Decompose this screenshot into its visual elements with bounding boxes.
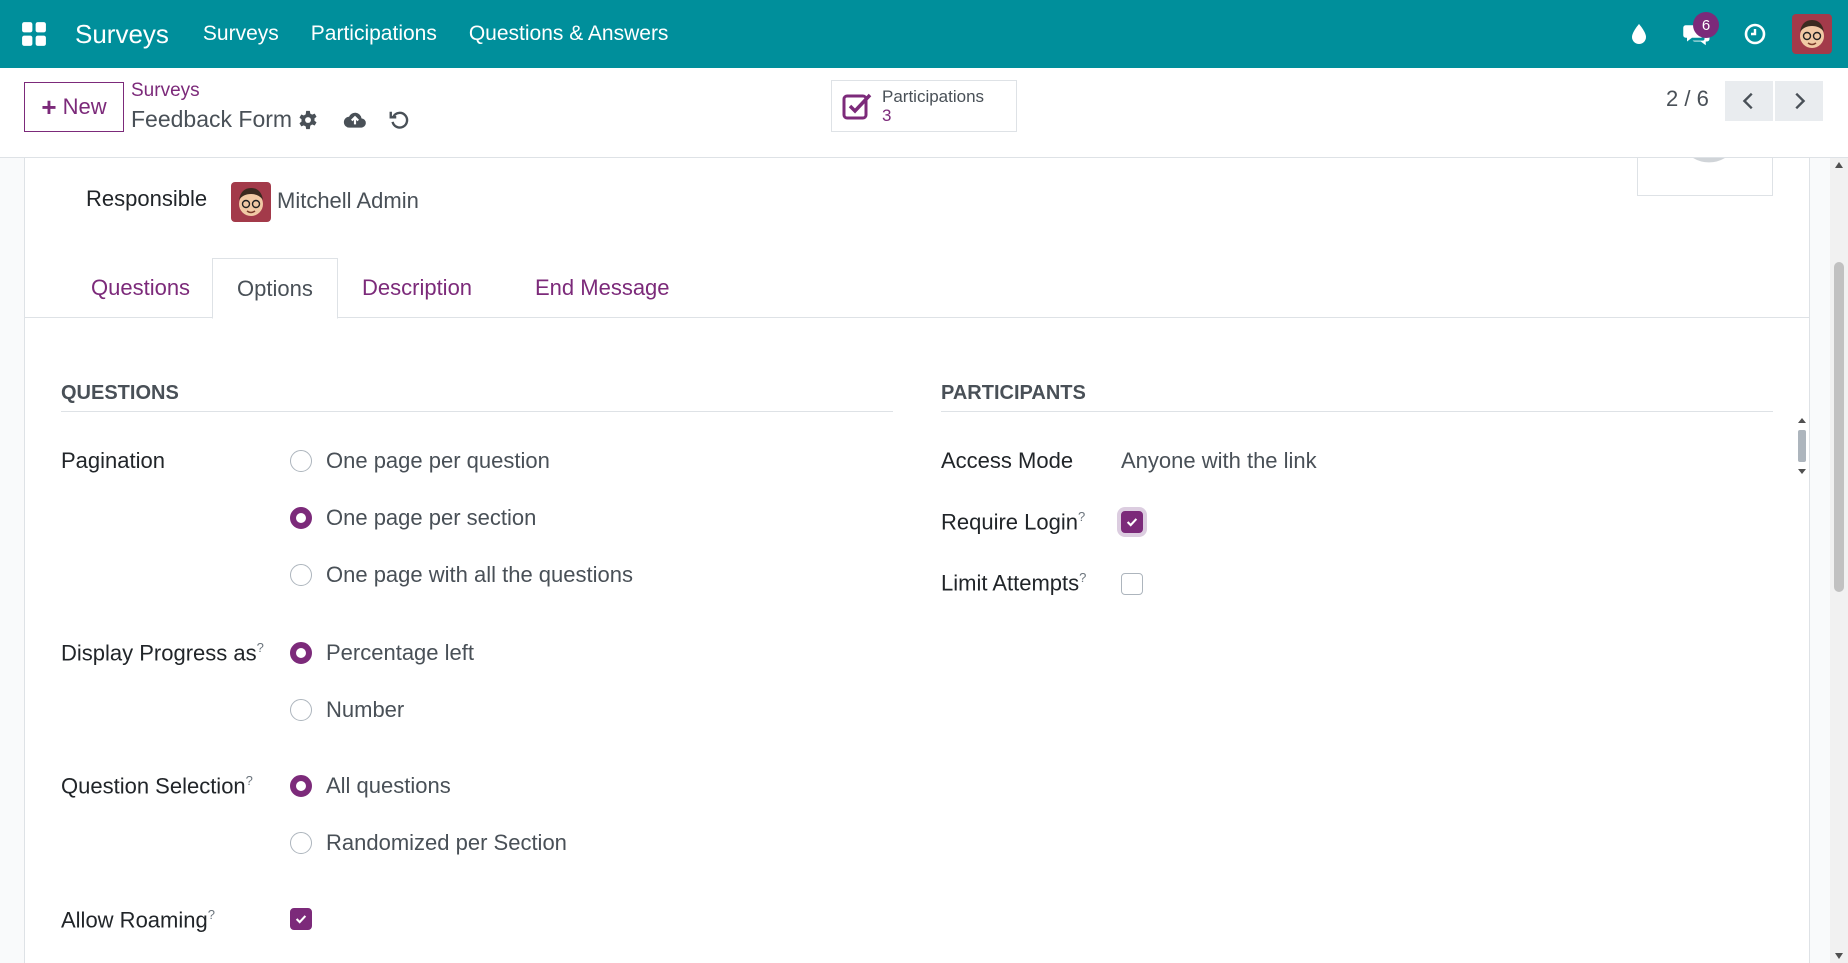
radio-percentage-left[interactable]: Percentage left [290,640,474,666]
drop-icon[interactable] [1610,0,1668,68]
apps-menu-icon[interactable] [0,0,68,68]
cloud-upload-icon[interactable] [341,106,369,134]
radio-button[interactable] [290,450,312,472]
display-progress-label: Display Progress as? [61,640,264,666]
help-marker[interactable]: ? [1078,509,1085,524]
pager-previous-button[interactable] [1725,81,1773,121]
check-icon [1126,518,1138,527]
radio-one-page-per-question[interactable]: One page per question [290,448,550,474]
question-selection-label: Question Selection? [61,773,253,799]
allow-roaming-checkbox[interactable] [290,908,312,930]
tab-questions[interactable]: Questions [67,258,214,318]
radio-randomized-per-section[interactable]: Randomized per Section [290,830,567,856]
limit-attempts-checkbox[interactable] [1121,573,1143,595]
pagination-label: Pagination [61,448,165,473]
responsible-avatar [231,182,271,222]
menu-questions-answers[interactable]: Questions & Answers [469,22,669,46]
chevron-right-icon [1795,92,1806,110]
help-marker[interactable]: ? [208,907,215,922]
help-marker[interactable]: ? [1079,570,1086,585]
smart-button-label: Participations [882,87,985,106]
participants-section-title: PARTICIPANTS [941,382,1773,412]
require-login-label: Require Login? [941,509,1086,535]
control-panel: + New Surveys Feedback Form Participatio… [0,68,1848,158]
radio-button-selected[interactable] [290,775,312,797]
tab-options[interactable]: Options [212,258,338,319]
form-sheet: Responsible Mitchell Admin Questions Opt… [24,158,1810,963]
menu-participations[interactable]: Participations [311,22,437,46]
pager-value[interactable]: 2 / 6 [1666,86,1709,112]
check-icon [295,915,307,924]
tab-description[interactable]: Description [338,258,496,318]
radio-all-questions[interactable]: All questions [290,773,451,799]
questions-section-title: QUESTIONS [61,382,893,412]
radio-button-selected[interactable] [290,642,312,664]
image-placeholder-icon [1693,158,1725,163]
record-title: Feedback Form [131,106,293,132]
limit-attempts-label: Limit Attempts? [941,570,1087,596]
participations-smart-button[interactable]: Participations 3 [831,80,1017,132]
check-square-icon [832,91,882,121]
radio-number[interactable]: Number [290,697,404,723]
user-avatar[interactable] [1792,14,1832,54]
breadcrumb-parent[interactable]: Surveys [131,80,200,102]
responsible-name[interactable]: Mitchell Admin [277,188,419,214]
discard-icon[interactable] [385,106,413,134]
responsible-label: Responsible [86,186,208,211]
new-button-label: New [62,94,107,119]
page-scrollbar[interactable] [1830,158,1848,963]
menu-surveys[interactable]: Surveys [203,22,279,46]
smart-button-count: 3 [882,106,892,125]
inner-scrollbar[interactable] [1795,418,1809,474]
access-mode-label: Access Mode [941,448,1074,473]
radio-button[interactable] [290,832,312,854]
scrollbar-thumb[interactable] [1834,262,1844,592]
radio-one-page-per-section[interactable]: One page per section [290,505,536,531]
radio-one-page-all-questions[interactable]: One page with all the questions [290,562,633,588]
top-navbar: Surveys Surveys Participations Questions… [0,0,1848,68]
radio-button[interactable] [290,564,312,586]
messages-icon[interactable]: 6 [1668,0,1726,68]
new-button[interactable]: + New [24,82,124,132]
radio-button[interactable] [290,699,312,721]
help-marker[interactable]: ? [246,773,253,788]
survey-image-field[interactable] [1637,158,1773,196]
notebook-tabs: Questions Options Description End Messag… [25,258,1809,319]
app-brand[interactable]: Surveys [75,19,169,50]
allow-roaming-label: Allow Roaming? [61,907,215,933]
activity-clock-icon[interactable] [1726,0,1784,68]
chevron-left-icon [1742,92,1753,110]
require-login-checkbox[interactable] [1121,511,1143,533]
messages-badge: 6 [1693,12,1719,38]
tab-end-message[interactable]: End Message [511,258,694,318]
pager-next-button[interactable] [1775,81,1823,121]
radio-button-selected[interactable] [290,507,312,529]
plus-icon: + [41,92,57,122]
help-marker[interactable]: ? [257,640,264,655]
access-mode-value[interactable]: Anyone with the link [1121,448,1317,474]
gear-icon[interactable] [294,106,322,134]
